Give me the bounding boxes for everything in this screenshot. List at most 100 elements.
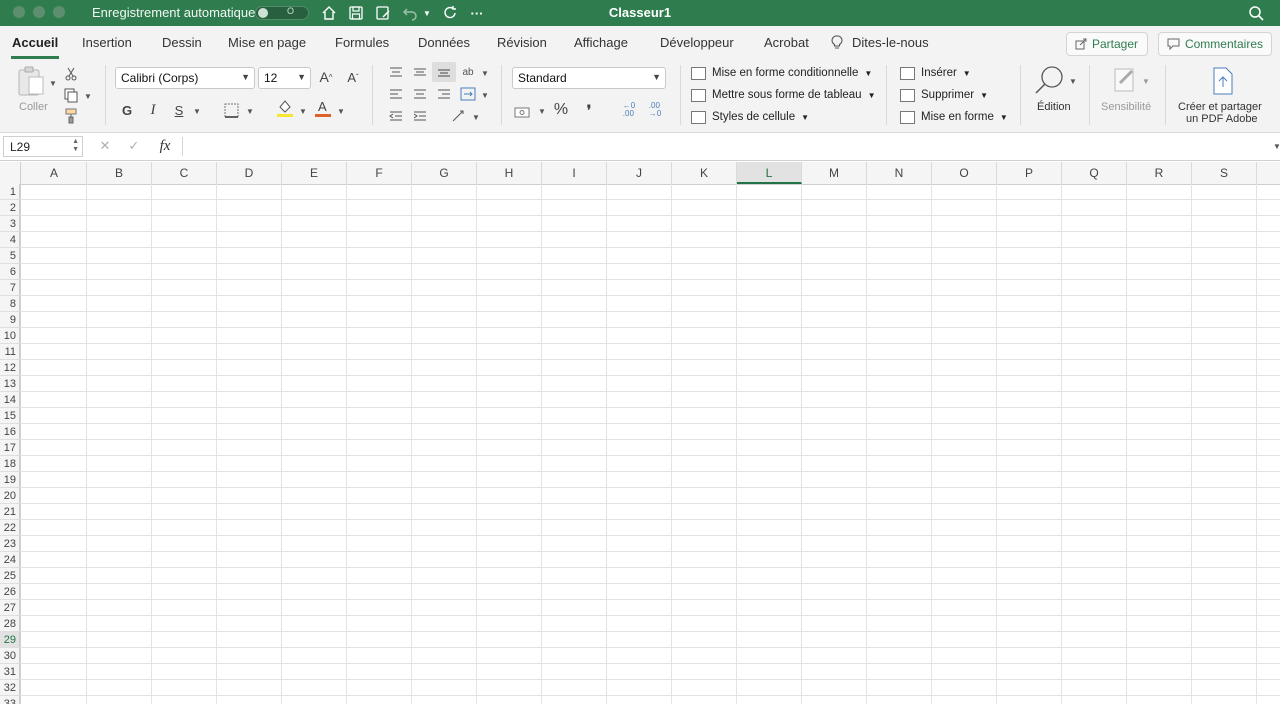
tab-developpeur[interactable]: Développeur <box>660 35 734 50</box>
column-header-k[interactable]: K <box>672 162 737 184</box>
format-painter-icon[interactable] <box>62 107 80 125</box>
font-name-select[interactable]: Calibri (Corps) ▼ <box>115 67 255 89</box>
accounting-format-icon[interactable] <box>514 103 532 121</box>
row-header-18[interactable]: 18 <box>0 456 20 472</box>
editing-label[interactable]: Édition <box>1037 101 1071 113</box>
adobe-line2-label[interactable]: un PDF Adobe <box>1186 113 1258 125</box>
tab-donnees[interactable]: Données <box>418 35 470 50</box>
italic-button[interactable]: I <box>144 101 162 119</box>
merge-center-icon[interactable] <box>459 85 477 103</box>
row-header-1[interactable]: 1 <box>0 184 20 200</box>
enter-icon[interactable]: ✓ <box>125 137 143 155</box>
formula-input[interactable] <box>188 138 1258 156</box>
tab-accueil[interactable]: Accueil <box>12 35 58 50</box>
row-header-9[interactable]: 9 <box>0 312 20 328</box>
paste-dropdown-icon[interactable]: ▼ <box>49 79 57 88</box>
row-header-15[interactable]: 15 <box>0 408 20 424</box>
column-header-e[interactable]: E <box>282 162 347 184</box>
fill-color-icon[interactable] <box>276 99 294 117</box>
cancel-icon[interactable]: ✕ <box>96 137 114 155</box>
row-header-2[interactable]: 2 <box>0 200 20 216</box>
column-header-s[interactable]: S <box>1192 162 1257 184</box>
align-bottom-icon[interactable] <box>432 62 456 82</box>
increase-indent-icon[interactable] <box>411 107 429 125</box>
align-center-icon[interactable] <box>411 85 429 103</box>
grow-font-icon[interactable]: A ^ <box>317 68 335 86</box>
column-header-b[interactable]: B <box>87 162 152 184</box>
sensitivity-icon[interactable] <box>1112 65 1138 93</box>
row-header-6[interactable]: 6 <box>0 264 20 280</box>
copy-icon[interactable] <box>62 86 80 104</box>
column-header-g[interactable]: G <box>412 162 477 184</box>
column-header-h[interactable]: H <box>477 162 542 184</box>
column-header-m[interactable]: M <box>802 162 867 184</box>
share-button[interactable]: Partager <box>1066 32 1148 56</box>
expand-formula-bar-icon[interactable]: ▼ <box>1273 142 1280 151</box>
orientation-icon[interactable] <box>450 107 468 125</box>
magnifier-icon[interactable] <box>1034 64 1066 96</box>
comma-button[interactable]: ❜ <box>580 101 598 119</box>
format-as-table-button[interactable]: Mettre sous forme de tableau ▼ <box>691 86 876 104</box>
row-header-32[interactable]: 32 <box>0 680 20 696</box>
row-header-7[interactable]: 7 <box>0 280 20 296</box>
row-header-29[interactable]: 29 <box>0 632 20 648</box>
borders-icon[interactable] <box>222 101 240 119</box>
row-header-30[interactable]: 30 <box>0 648 20 664</box>
tab-insertion[interactable]: Insertion <box>82 35 132 50</box>
cut-icon[interactable] <box>62 65 80 83</box>
underline-dropdown-icon[interactable]: ▼ <box>193 107 201 116</box>
tab-acrobat[interactable]: Acrobat <box>764 35 809 50</box>
shrink-font-icon[interactable]: Aˇ <box>344 68 362 86</box>
sensitivity-label[interactable]: Sensibilité <box>1101 101 1151 113</box>
name-box[interactable]: L29 ▲ ▼ <box>3 136 83 157</box>
insert-function-button[interactable]: fx <box>156 137 174 155</box>
row-header-21[interactable]: 21 <box>0 504 20 520</box>
wrap-dropdown-icon[interactable]: ▼ <box>481 69 489 78</box>
select-all-corner[interactable] <box>0 162 21 184</box>
column-header-p[interactable]: P <box>997 162 1062 184</box>
font-color-dropdown-icon[interactable]: ▼ <box>337 107 345 116</box>
row-header-28[interactable]: 28 <box>0 616 20 632</box>
row-header-20[interactable]: 20 <box>0 488 20 504</box>
insert-cells-button[interactable]: Insérer ▼ <box>900 64 971 82</box>
row-header-22[interactable]: 22 <box>0 520 20 536</box>
align-right-icon[interactable] <box>435 85 453 103</box>
merge-dropdown-icon[interactable]: ▼ <box>481 91 489 100</box>
column-header-c[interactable]: C <box>152 162 217 184</box>
percent-button[interactable]: % <box>552 101 570 119</box>
column-header-l[interactable]: L <box>737 162 802 184</box>
comments-button[interactable]: Commentaires <box>1158 32 1272 56</box>
row-header-16[interactable]: 16 <box>0 424 20 440</box>
adobe-line1-label[interactable]: Créer et partager <box>1178 101 1262 113</box>
underline-button[interactable]: S <box>170 101 188 119</box>
row-header-24[interactable]: 24 <box>0 552 20 568</box>
row-header-10[interactable]: 10 <box>0 328 20 344</box>
accounting-dropdown-icon[interactable]: ▼ <box>538 107 546 116</box>
tab-tell-me[interactable]: Dites-le-nous <box>852 35 929 50</box>
align-middle-icon[interactable] <box>411 63 429 81</box>
column-header-f[interactable]: F <box>347 162 412 184</box>
worksheet-grid[interactable]: ABCDEFGHIJKLMNOPQRS 1 2 3 4 5 6 7 8 9 10 11 12 13 14 1… <box>0 162 1280 704</box>
tab-mise-en-page[interactable]: Mise en page <box>228 35 306 50</box>
number-format-select[interactable]: Standard ▼ <box>512 67 666 89</box>
row-header-3[interactable]: 3 <box>0 216 20 232</box>
column-header-i[interactable]: I <box>542 162 607 184</box>
column-header-r[interactable]: R <box>1127 162 1192 184</box>
row-header-13[interactable]: 13 <box>0 376 20 392</box>
column-header-o[interactable]: O <box>932 162 997 184</box>
font-color-icon[interactable]: A <box>314 99 332 117</box>
row-header-12[interactable]: 12 <box>0 360 20 376</box>
decrease-decimal-icon[interactable]: .00 →0 <box>644 101 666 119</box>
tab-formules[interactable]: Formules <box>335 35 389 50</box>
column-header-j[interactable]: J <box>607 162 672 184</box>
row-header-26[interactable]: 26 <box>0 584 20 600</box>
row-header-25[interactable]: 25 <box>0 568 20 584</box>
tab-revision[interactable]: Révision <box>497 35 547 50</box>
cell-styles-button[interactable]: Styles de cellule ▼ <box>691 108 809 126</box>
row-header-27[interactable]: 27 <box>0 600 20 616</box>
text-orientation-icon[interactable]: ab <box>459 63 477 81</box>
row-header-5[interactable]: 5 <box>0 248 20 264</box>
font-size-select[interactable]: 12 ▼ <box>258 67 311 89</box>
delete-cells-button[interactable]: Supprimer ▼ <box>900 86 988 104</box>
row-header-14[interactable]: 14 <box>0 392 20 408</box>
